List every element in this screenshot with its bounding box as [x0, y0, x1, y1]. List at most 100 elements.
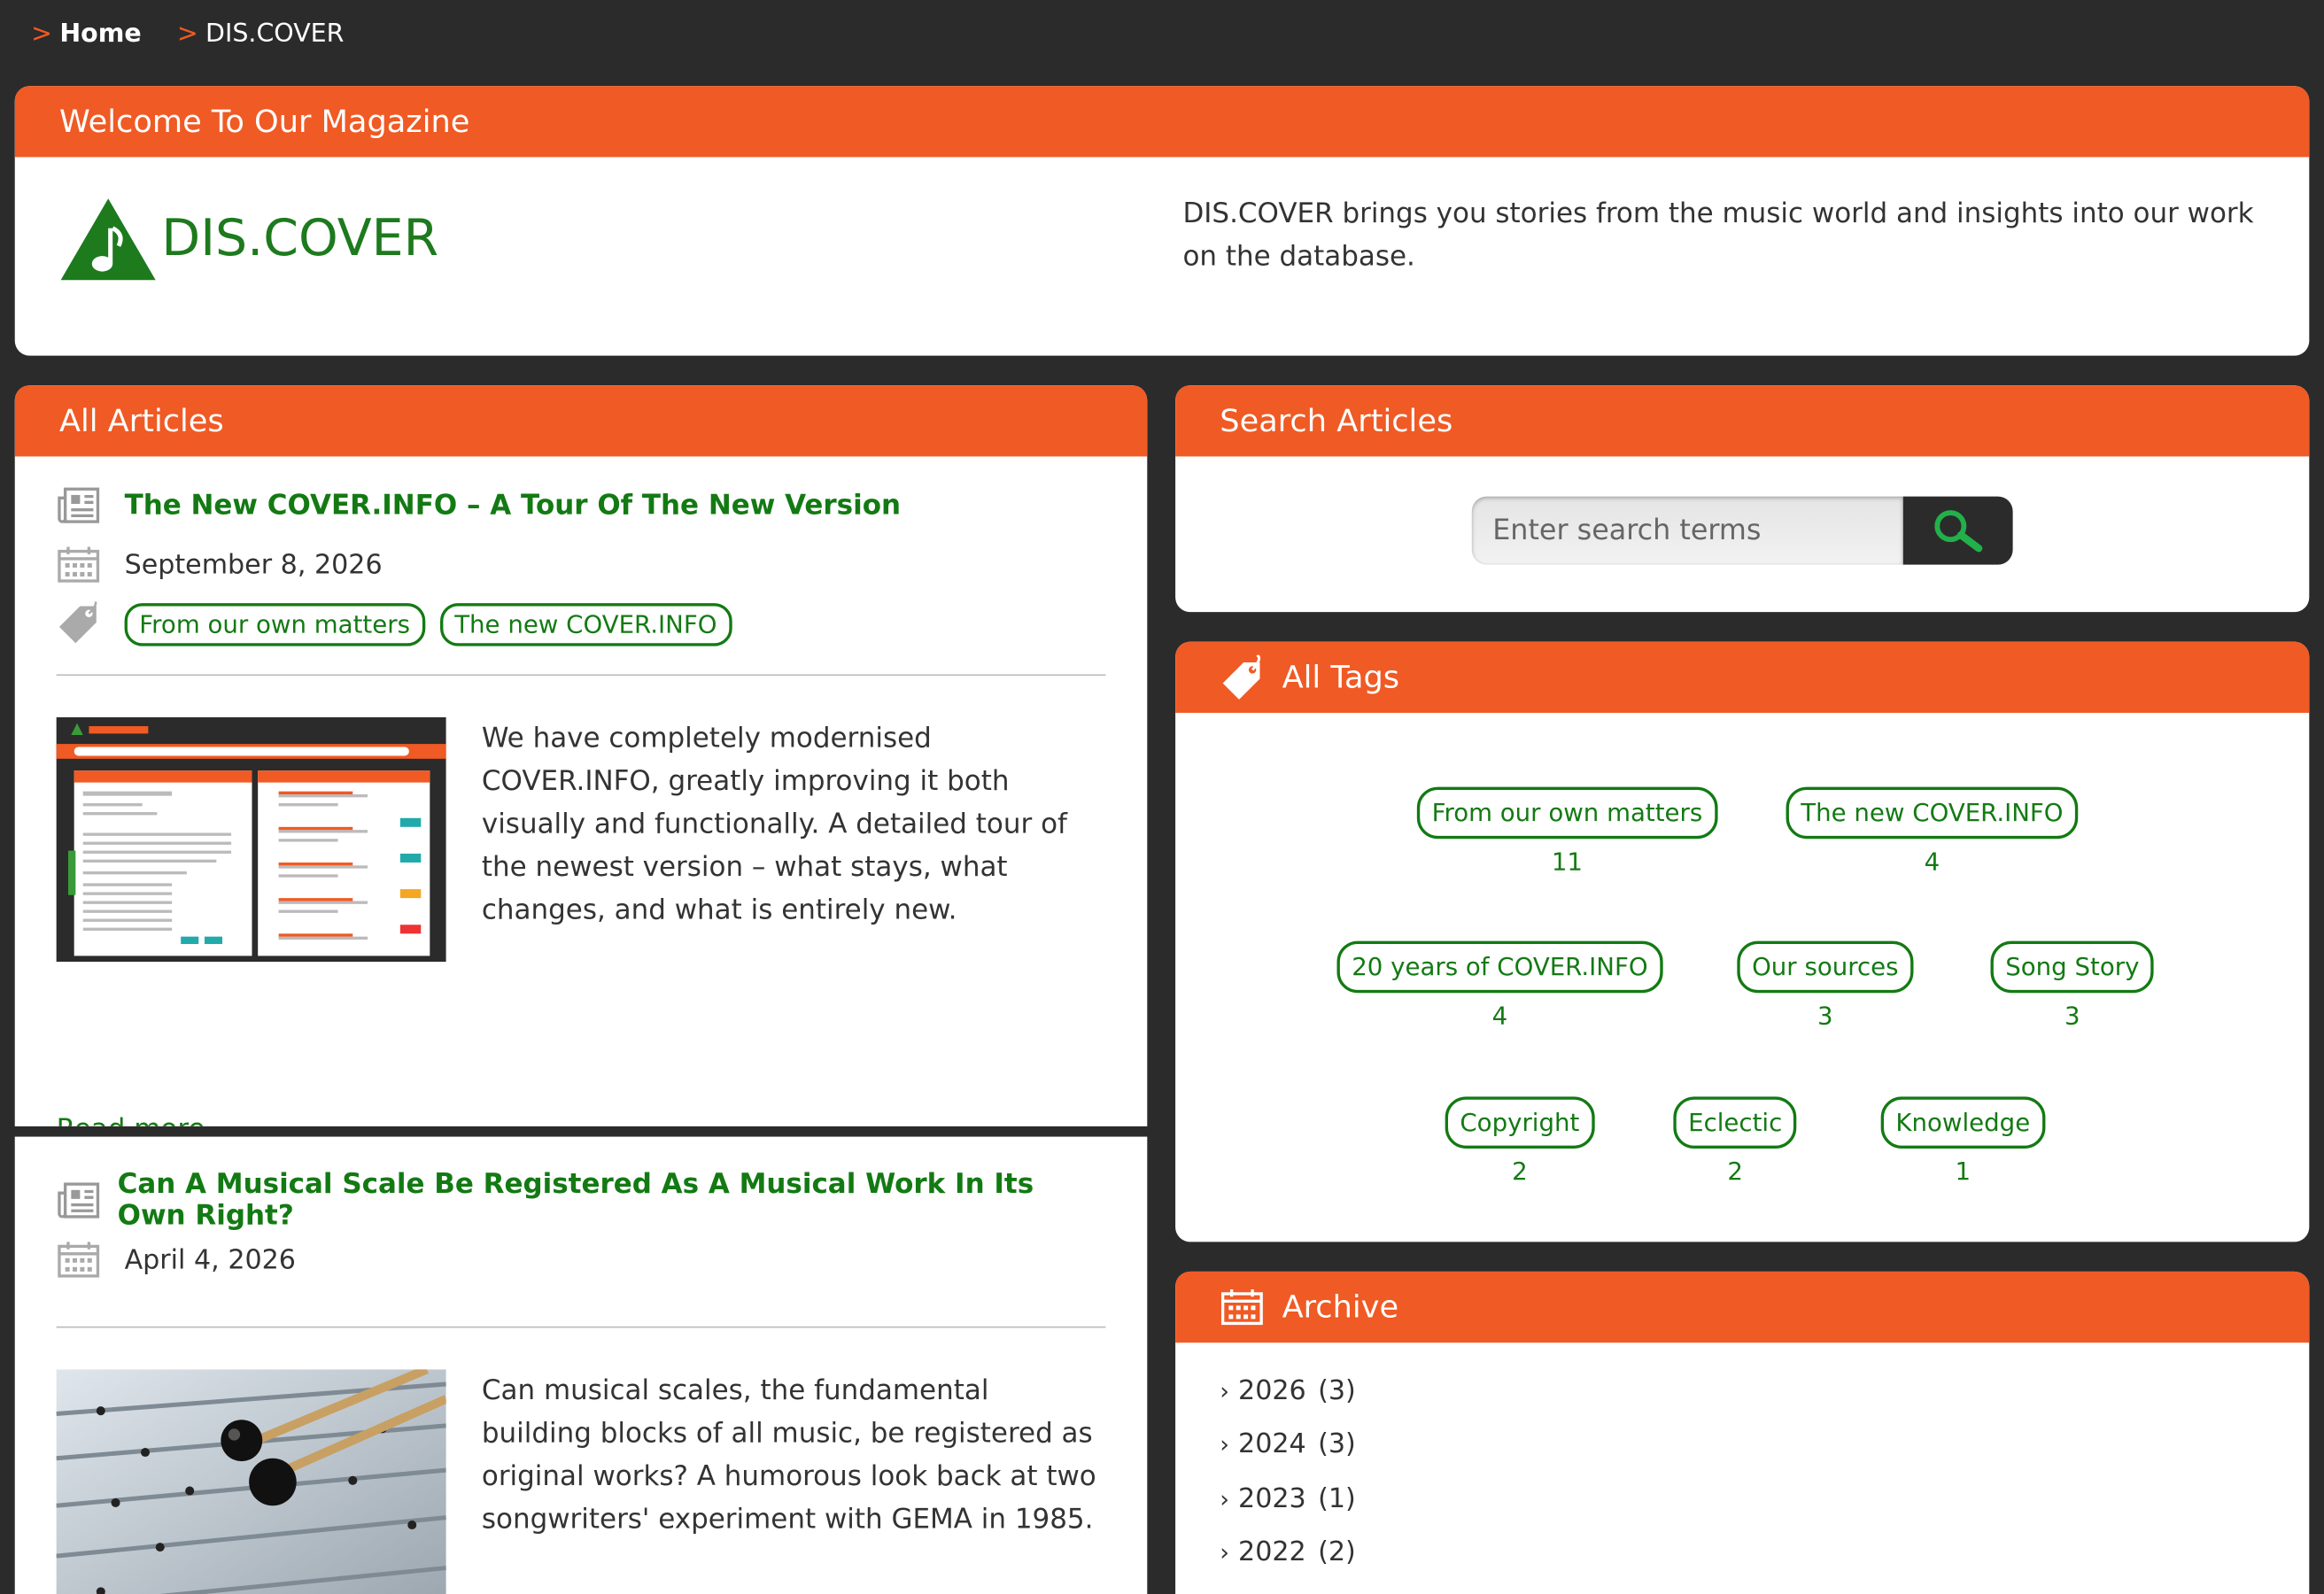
article-tags-row: From our own matters The new COVER.INFO	[57, 594, 1106, 654]
tag-link[interactable]: Our sources	[1737, 940, 1914, 994]
archive-year-2024[interactable]: › 2024 (3)	[1220, 1418, 2309, 1472]
tags-panel: All Tags From our own matters 11 The new…	[1175, 641, 2310, 1242]
search-icon	[1934, 510, 1983, 553]
tag-link[interactable]: Knowledge	[1880, 1096, 2045, 1149]
archive-count: (2)	[1318, 1536, 1356, 1568]
article-summary: Can musical scales, the fundamental buil…	[481, 1375, 1096, 1536]
chevron-right-icon: >	[176, 19, 198, 50]
discover-logo[interactable]: DIS.COVER	[59, 196, 438, 282]
tag-item: Eclectic 2	[1673, 1096, 1798, 1186]
tag-item: Our sources 3	[1737, 940, 1914, 1031]
chevron-right-icon: ›	[1220, 1538, 1230, 1567]
calendar-icon	[57, 1241, 125, 1280]
tag-link[interactable]: The new COVER.INFO	[1786, 786, 2079, 840]
article-date: September 8, 2026	[124, 549, 383, 581]
search-heading-text: Search Articles	[1220, 403, 1453, 439]
tag-icon	[1220, 654, 1264, 700]
tag-link[interactable]: Song Story	[1990, 940, 2155, 994]
archive-count: (1)	[1318, 1482, 1356, 1514]
welcome-panel: Welcome To Our Magazine DIS.COVER DIS.CO…	[14, 86, 2310, 356]
tag-item: Knowledge 1	[1880, 1096, 2045, 1186]
breadcrumb-home-link[interactable]: > Home	[31, 19, 142, 49]
article-date-row: April 4, 2026	[57, 1230, 1106, 1289]
calendar-icon	[57, 546, 125, 584]
chevron-right-icon: ›	[1220, 1376, 1230, 1405]
article-title-row: The New COVER.INFO – A Tour Of The New V…	[57, 476, 1106, 535]
tag-count: 4	[1924, 847, 1941, 877]
article-title-link[interactable]: The New COVER.INFO – A Tour Of The New V…	[125, 490, 901, 521]
article-summary: We have completely modernised COVER.INFO…	[481, 723, 1067, 926]
tag-link[interactable]: Copyright	[1445, 1096, 1595, 1149]
breadcrumb-current: > DIS.COVER	[177, 19, 345, 49]
article-date-row: September 8, 2026	[57, 535, 1106, 594]
tag-pill[interactable]: From our own matters	[124, 602, 425, 646]
archive-year-2026[interactable]: › 2026 (3)	[1220, 1364, 2309, 1418]
tags-heading: All Tags	[1175, 641, 2310, 713]
article-title-row: Can A Musical Scale Be Registered As A M…	[57, 1169, 1106, 1232]
articles-heading-text: All Articles	[58, 403, 224, 439]
article-body: Can musical scales, the fundamental buil…	[56, 1365, 1106, 1594]
breadcrumb: > Home > DIS.COVER	[0, 0, 2324, 68]
tag-cloud: From our own matters 11 The new COVER.IN…	[1175, 713, 2309, 1242]
welcome-heading: Welcome To Our Magazine	[14, 86, 2310, 158]
archive-count: (3)	[1318, 1428, 1356, 1460]
tag-item: Copyright 2	[1445, 1096, 1595, 1186]
archive-year: 2023	[1238, 1482, 1306, 1514]
tag-pill[interactable]: The new COVER.INFO	[439, 602, 732, 646]
article-thumbnail[interactable]	[56, 1365, 448, 1594]
tag-count: 1	[1955, 1157, 1972, 1186]
tag-count: 2	[1512, 1157, 1528, 1186]
archive-count: (3)	[1318, 1374, 1356, 1406]
archive-year: 2024	[1238, 1428, 1306, 1460]
tag-item: 20 years of COVER.INFO 4	[1336, 940, 1663, 1031]
archive-list: › 2026 (3) › 2024 (3) › 2023 (1) › 2022 …	[1175, 1343, 2309, 1580]
tag-link[interactable]: From our own matters	[1416, 786, 1718, 840]
tag-count: 3	[1817, 1002, 1833, 1031]
tag-link[interactable]: Eclectic	[1673, 1096, 1798, 1149]
logo-triangle-icon	[60, 198, 156, 281]
breadcrumb-current-label: DIS.COVER	[205, 19, 345, 50]
tag-item: The new COVER.INFO 4	[1786, 786, 2079, 877]
article-card: The New COVER.INFO – A Tour Of The New V…	[15, 456, 1148, 1126]
article-title-link[interactable]: Can A Musical Scale Be Registered As A M…	[118, 1169, 1106, 1231]
read-more-link[interactable]: Read more...	[57, 1114, 231, 1126]
archive-year-2022[interactable]: › 2022 (2)	[1220, 1526, 2309, 1580]
article-thumbnail[interactable]	[56, 716, 446, 963]
articles-heading: All Articles	[14, 385, 1148, 457]
tag-icon	[57, 601, 125, 646]
tags-heading-text: All Tags	[1282, 659, 1400, 695]
archive-heading: Archive	[1175, 1271, 2310, 1343]
calendar-icon	[1220, 1288, 1264, 1327]
archive-year-2023[interactable]: › 2023 (1)	[1220, 1472, 2309, 1526]
divider	[56, 674, 1106, 677]
article-date: April 4, 2026	[124, 1243, 296, 1276]
tag-count: 3	[2064, 1002, 2080, 1031]
article-card-2: Can A Musical Scale Be Registered As A M…	[14, 1136, 1148, 1594]
articles-panel: All Articles The New COVER.INFO – A Tour…	[14, 385, 1148, 1126]
archive-panel: Archive › 2026 (3) › 2024 (3) › 2023 (1)…	[1175, 1271, 2310, 1594]
tag-link[interactable]: 20 years of COVER.INFO	[1336, 940, 1663, 994]
tag-count: 11	[1551, 847, 1584, 877]
welcome-description: DIS.COVER brings you stories from the mu…	[1182, 198, 2254, 273]
search-input[interactable]	[1471, 496, 1903, 565]
search-button[interactable]	[1902, 496, 2013, 565]
page-root: > Home > DIS.COVER Welcome To Our Magazi…	[0, 0, 2324, 1594]
search-heading: Search Articles	[1175, 385, 2310, 457]
search-form	[1471, 496, 2013, 565]
welcome-heading-text: Welcome To Our Magazine	[58, 104, 470, 140]
article-body: We have completely modernised COVER.INFO…	[56, 716, 1106, 963]
chevron-right-icon: >	[31, 19, 52, 50]
chevron-right-icon: ›	[1220, 1484, 1230, 1513]
tag-count: 2	[1727, 1157, 1743, 1186]
newspaper-icon	[57, 1181, 118, 1220]
archive-year: 2026	[1238, 1374, 1306, 1406]
divider	[56, 1326, 1106, 1328]
tag-item: Song Story 3	[1990, 940, 2155, 1031]
search-panel: Search Articles	[1175, 385, 2310, 613]
logo-text: DIS.COVER	[161, 208, 439, 268]
archive-year: 2022	[1238, 1536, 1306, 1568]
archive-heading-text: Archive	[1282, 1288, 1399, 1326]
tag-item: From our own matters 11	[1416, 786, 1718, 877]
tag-count: 4	[1491, 1002, 1508, 1031]
breadcrumb-home-label: Home	[59, 19, 142, 50]
